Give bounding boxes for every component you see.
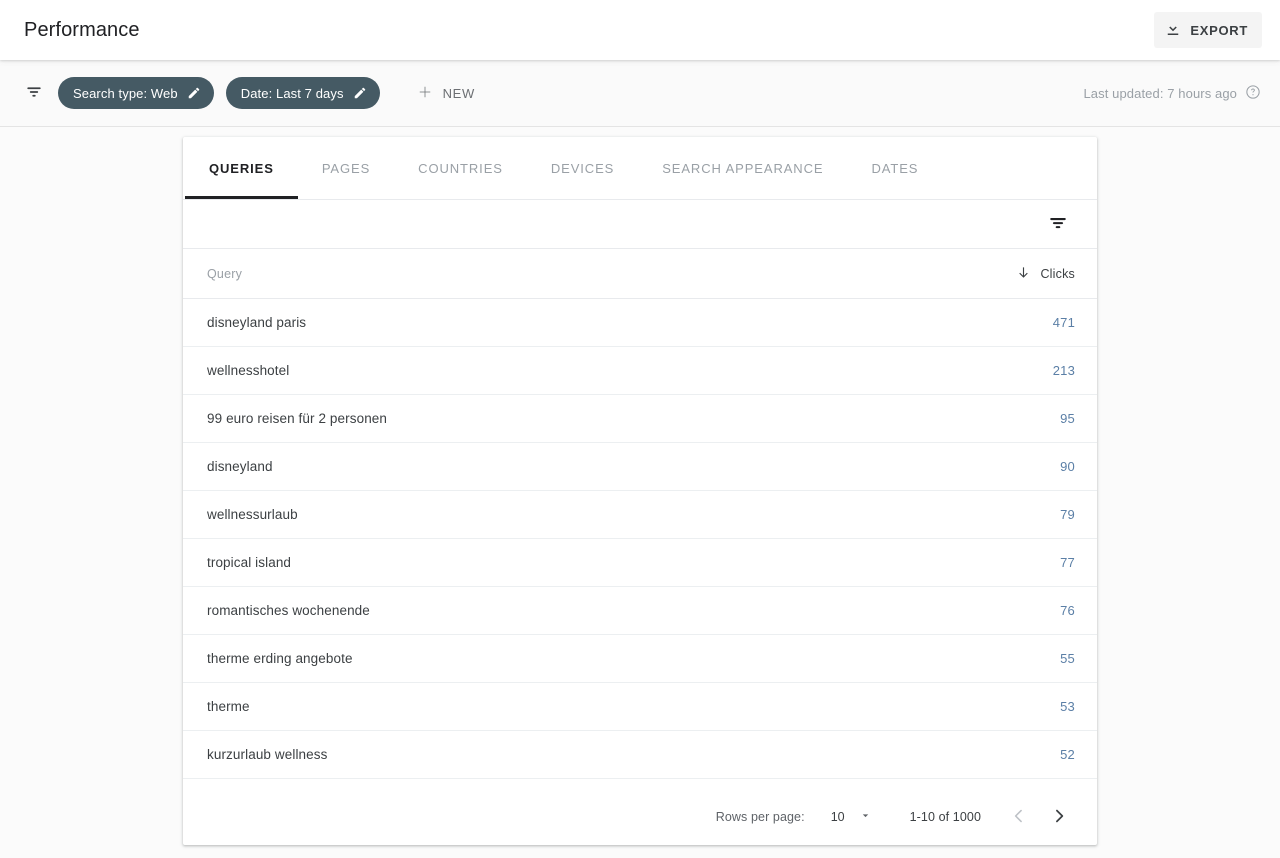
- row-query: therme: [207, 699, 1035, 714]
- row-query: therme erding angebote: [207, 651, 1035, 666]
- row-clicks: 53: [1035, 699, 1075, 714]
- tab-dates-label: DATES: [871, 161, 918, 176]
- tab-dates[interactable]: DATES: [847, 137, 942, 199]
- row-clicks: 90: [1035, 459, 1075, 474]
- column-header-query-label: Query: [207, 267, 242, 281]
- table-row[interactable]: disneyland paris 471: [183, 299, 1097, 347]
- chevron-down-icon: [859, 809, 872, 825]
- column-header-clicks-label: Clicks: [1040, 267, 1075, 281]
- row-query: tropical island: [207, 555, 1035, 570]
- filter-list-icon: [24, 82, 44, 105]
- dimension-tabs: QUERIES PAGES COUNTRIES DEVICES SEARCH A…: [183, 137, 1097, 200]
- help-button[interactable]: [1244, 84, 1262, 102]
- table-header-row: Query Clicks: [183, 248, 1097, 299]
- rows-per-page-select[interactable]: 10: [823, 805, 878, 829]
- plus-icon: [416, 83, 434, 104]
- table-row[interactable]: therme erding angebote 55: [183, 635, 1097, 683]
- tab-queries-label: QUERIES: [209, 161, 274, 176]
- filter-chip-search-type[interactable]: Search type: Web: [58, 77, 214, 109]
- tab-search-appearance[interactable]: SEARCH APPEARANCE: [638, 137, 847, 199]
- pencil-icon: [353, 86, 367, 100]
- row-clicks: 471: [1035, 315, 1075, 330]
- row-query: kurzurlaub wellness: [207, 747, 1035, 762]
- filter-chip-date[interactable]: Date: Last 7 days: [226, 77, 380, 109]
- filter-bar: Search type: Web Date: Last 7 days NEW L…: [0, 60, 1280, 127]
- tab-countries[interactable]: COUNTRIES: [394, 137, 527, 199]
- filter-toggle-button[interactable]: [18, 77, 50, 109]
- chevron-right-icon: [1049, 806, 1069, 829]
- previous-page-button[interactable]: [999, 797, 1039, 837]
- table-row[interactable]: therme 53: [183, 683, 1097, 731]
- table-row[interactable]: wellnesshotel 213: [183, 347, 1097, 395]
- tab-pages-label: PAGES: [322, 161, 370, 176]
- column-header-clicks[interactable]: Clicks: [1016, 265, 1075, 283]
- add-new-filter-button[interactable]: NEW: [408, 77, 487, 109]
- table-row[interactable]: tropical island 77: [183, 539, 1097, 587]
- pagination-range-label: 1-10 of 1000: [910, 810, 981, 824]
- export-button-label: EXPORT: [1190, 24, 1248, 37]
- table-row[interactable]: romantisches wochenende 76: [183, 587, 1097, 635]
- last-updated: Last updated: 7 hours ago: [1083, 84, 1262, 102]
- row-clicks: 52: [1035, 747, 1075, 762]
- tab-search-appearance-label: SEARCH APPEARANCE: [662, 161, 823, 176]
- tab-devices[interactable]: DEVICES: [527, 137, 638, 199]
- table-row[interactable]: wellnessurlaub 79: [183, 491, 1097, 539]
- row-clicks: 79: [1035, 507, 1075, 522]
- row-clicks: 76: [1035, 603, 1075, 618]
- table-row[interactable]: kurzurlaub wellness 52: [183, 731, 1097, 779]
- rows-per-page-label: Rows per page:: [716, 810, 805, 824]
- row-query: 99 euro reisen für 2 personen: [207, 411, 1035, 426]
- rows-per-page-value: 10: [831, 810, 845, 824]
- tab-pages[interactable]: PAGES: [298, 137, 394, 199]
- app-bar: Performance EXPORT: [0, 0, 1280, 60]
- table-filter-button[interactable]: [1041, 207, 1075, 241]
- next-page-button[interactable]: [1039, 797, 1079, 837]
- export-button[interactable]: EXPORT: [1154, 12, 1262, 48]
- page-title: Performance: [24, 17, 140, 43]
- table-toolbar: [183, 200, 1097, 248]
- filter-list-icon: [1047, 212, 1069, 237]
- main-content: QUERIES PAGES COUNTRIES DEVICES SEARCH A…: [0, 127, 1280, 858]
- add-new-filter-label: NEW: [443, 86, 475, 101]
- row-query: romantisches wochenende: [207, 603, 1035, 618]
- table-row[interactable]: disneyland 90: [183, 443, 1097, 491]
- row-clicks: 95: [1035, 411, 1075, 426]
- table-row[interactable]: 99 euro reisen für 2 personen 95: [183, 395, 1097, 443]
- download-icon: [1164, 20, 1182, 41]
- performance-card: QUERIES PAGES COUNTRIES DEVICES SEARCH A…: [183, 137, 1097, 845]
- tab-queries[interactable]: QUERIES: [185, 137, 298, 199]
- row-query: disneyland paris: [207, 315, 1035, 330]
- queries-table: Query Clicks disneyland paris 471 wellne…: [183, 248, 1097, 789]
- row-clicks: 77: [1035, 555, 1075, 570]
- column-header-query[interactable]: Query: [207, 267, 1016, 281]
- tab-devices-label: DEVICES: [551, 161, 614, 176]
- row-query: wellnesshotel: [207, 363, 1035, 378]
- last-updated-label: Last updated: 7 hours ago: [1083, 86, 1237, 101]
- filter-chip-search-type-label: Search type: Web: [73, 86, 178, 101]
- chevron-left-icon: [1009, 806, 1029, 829]
- help-circle-icon: [1245, 84, 1261, 103]
- pagination: Rows per page: 10 1-10 of 1000: [183, 789, 1097, 845]
- row-clicks: 213: [1035, 363, 1075, 378]
- filter-chip-date-label: Date: Last 7 days: [241, 86, 344, 101]
- row-clicks: 55: [1035, 651, 1075, 666]
- tab-countries-label: COUNTRIES: [418, 161, 503, 176]
- row-query: wellnessurlaub: [207, 507, 1035, 522]
- pencil-icon: [187, 86, 201, 100]
- arrow-down-icon: [1016, 265, 1031, 283]
- row-query: disneyland: [207, 459, 1035, 474]
